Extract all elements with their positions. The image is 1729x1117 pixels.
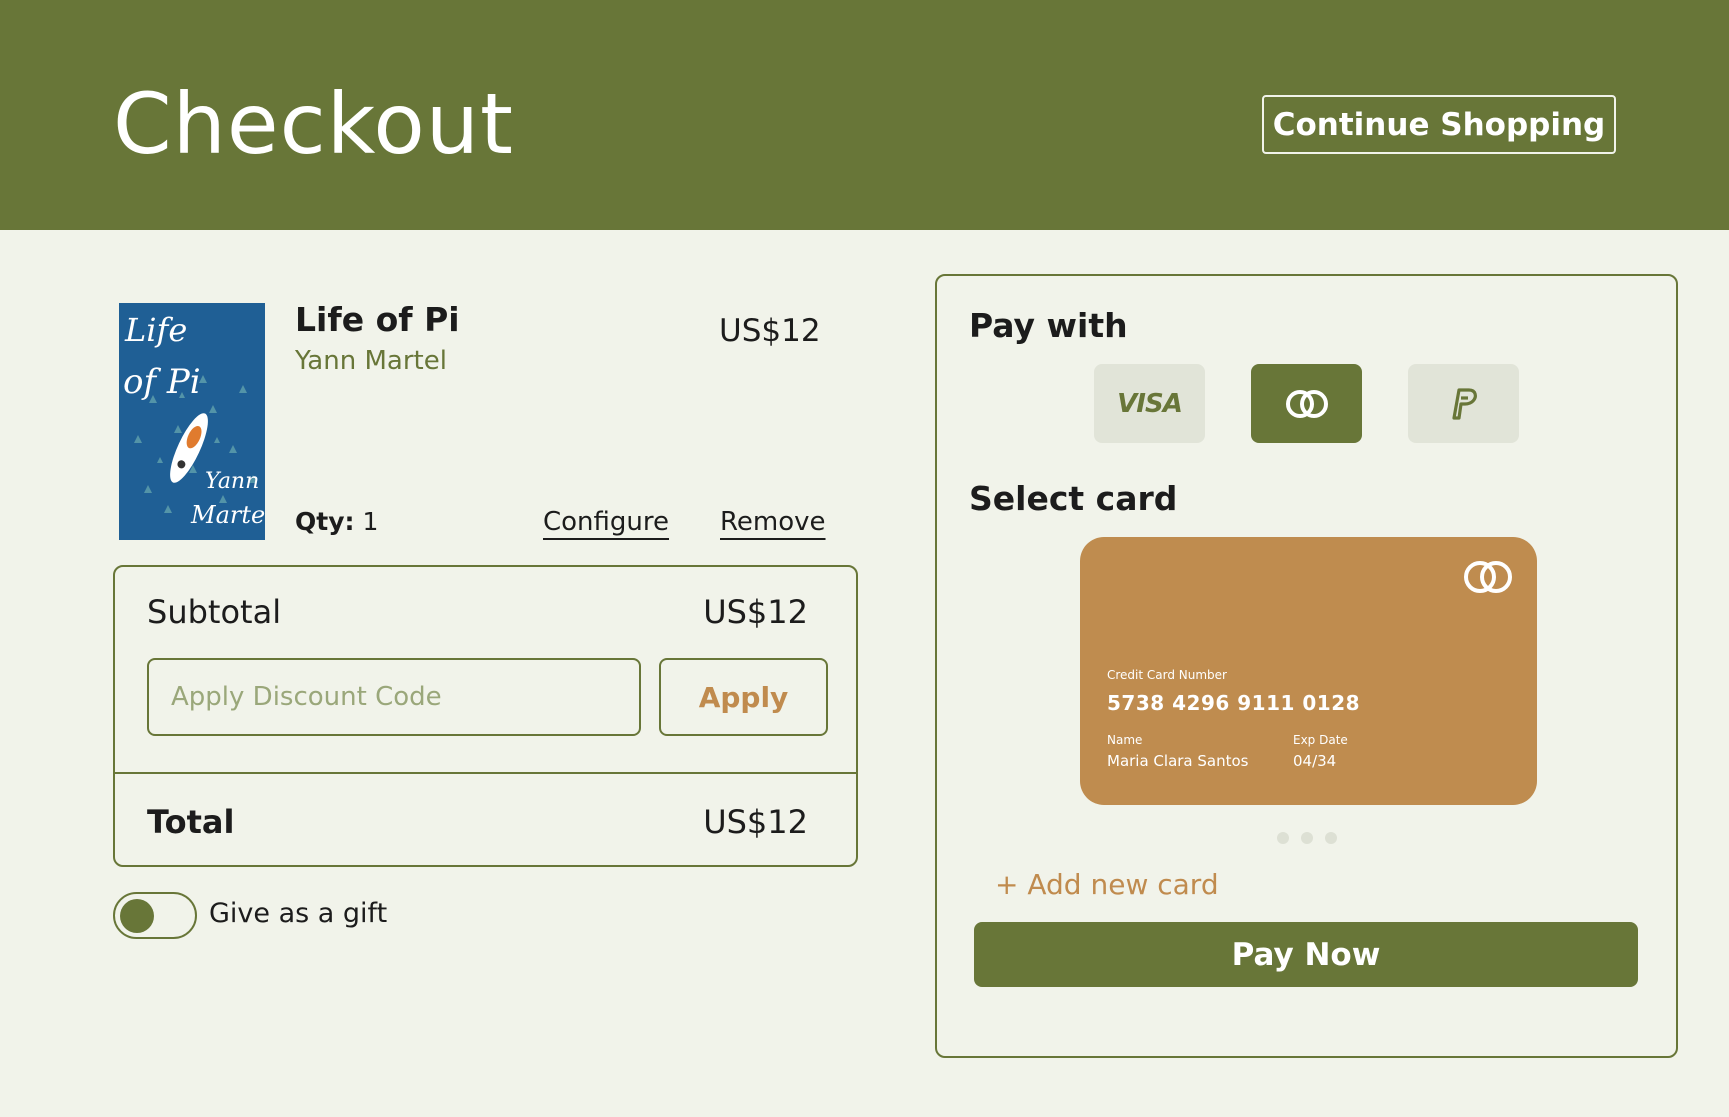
- mastercard-option[interactable]: [1251, 364, 1362, 443]
- apply-discount-button[interactable]: Apply: [659, 658, 828, 736]
- discount-code-input[interactable]: [147, 658, 641, 736]
- paypal-option[interactable]: [1408, 364, 1519, 443]
- cover-title-line1: Life: [124, 311, 187, 349]
- continue-shopping-button[interactable]: Continue Shopping: [1262, 95, 1616, 154]
- visa-option[interactable]: VISA: [1094, 364, 1205, 443]
- payment-panel: Pay with VISA Select card Credit Card Nu…: [935, 274, 1678, 1058]
- product-price: US$12: [719, 313, 821, 349]
- card-holder-name: Maria Clara Santos: [1107, 752, 1249, 770]
- quantity: Qty: 1: [295, 507, 378, 536]
- configure-link[interactable]: Configure: [543, 507, 669, 537]
- paypal-icon: [1451, 387, 1477, 420]
- select-card-title: Select card: [969, 479, 1178, 518]
- quantity-value: 1: [362, 507, 379, 536]
- card-number: 5738 4296 9111 0128: [1107, 691, 1361, 715]
- total-value: US$12: [703, 803, 808, 841]
- pay-with-title: Pay with: [969, 306, 1128, 345]
- subtotal-value: US$12: [703, 593, 808, 631]
- carousel-dot[interactable]: [1325, 832, 1337, 844]
- product-author: Yann Martel: [295, 346, 447, 376]
- order-summary: Subtotal US$12 Apply Total US$12: [113, 565, 858, 867]
- page-title: Checkout: [113, 75, 514, 173]
- book-cover-art: Life of Pi Yann Martel: [119, 303, 265, 540]
- gift-toggle[interactable]: [113, 892, 197, 939]
- visa-logo-icon: VISA: [1117, 388, 1183, 419]
- product-title: Life of Pi: [295, 300, 460, 339]
- summary-divider: [115, 772, 856, 774]
- mastercard-icon: [1285, 389, 1328, 418]
- toggle-knob: [120, 899, 154, 933]
- carousel-dot[interactable]: [1301, 832, 1313, 844]
- card-name-label: Name: [1107, 733, 1143, 747]
- header-bar: Checkout Continue Shopping: [0, 0, 1729, 230]
- pay-now-button[interactable]: Pay Now: [974, 922, 1638, 987]
- gift-label: Give as a gift: [209, 898, 388, 929]
- subtotal-label: Subtotal: [147, 593, 282, 631]
- card-number-label: Credit Card Number: [1107, 668, 1227, 682]
- card-exp-date: 04/34: [1293, 752, 1337, 770]
- cover-author-line1: Yann: [205, 469, 259, 494]
- credit-card[interactable]: Credit Card Number 5738 4296 9111 0128 N…: [1080, 537, 1537, 805]
- cover-author-line2: Martel: [190, 501, 265, 529]
- book-cover-image: Life of Pi Yann Martel: [119, 303, 265, 540]
- add-new-card-link[interactable]: + Add new card: [995, 868, 1219, 901]
- quantity-label: Qty:: [295, 507, 355, 536]
- carousel-dot[interactable]: [1277, 832, 1289, 844]
- remove-link[interactable]: Remove: [720, 507, 826, 537]
- carousel-dots: [1277, 832, 1337, 844]
- card-mastercard-icon: [1464, 561, 1512, 593]
- card-exp-label: Exp Date: [1293, 733, 1348, 747]
- cover-title-line2: of Pi: [123, 362, 201, 402]
- total-label: Total: [147, 803, 235, 841]
